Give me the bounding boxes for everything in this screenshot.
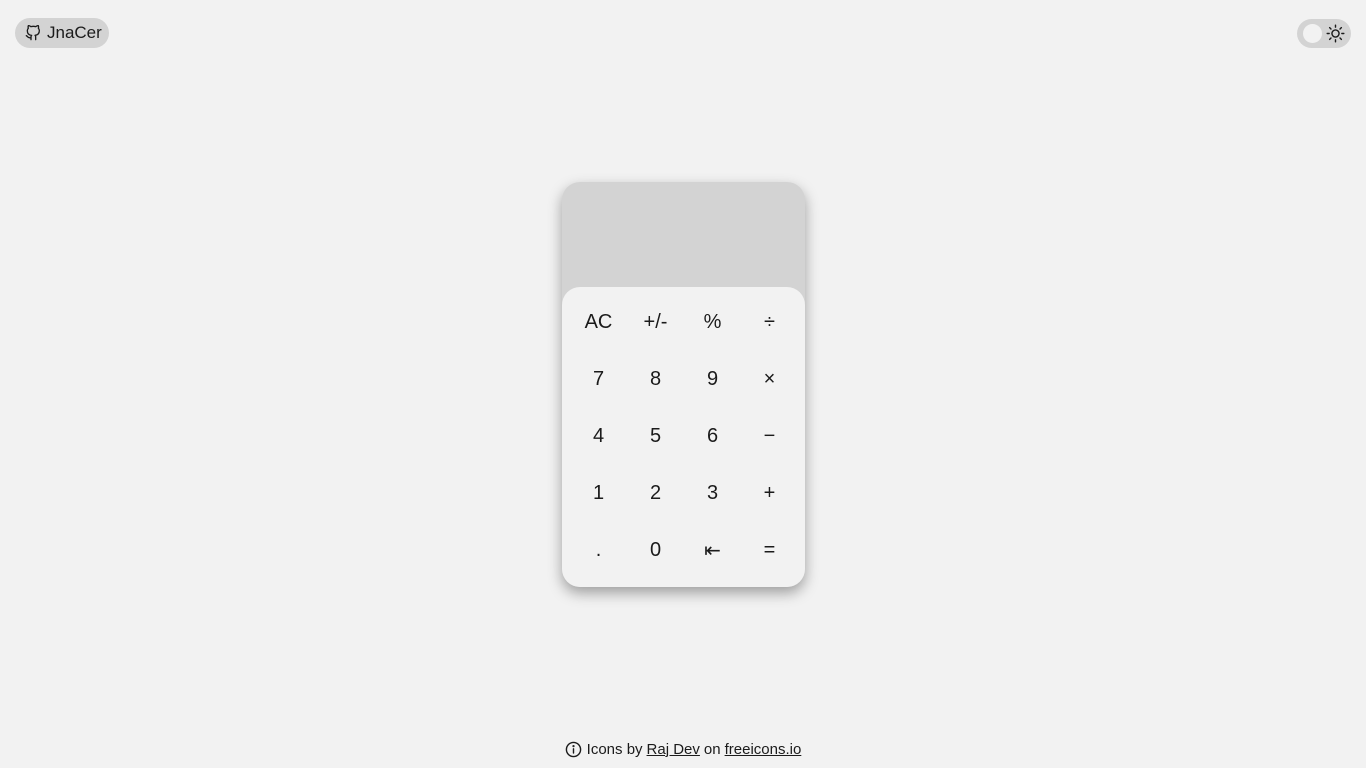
clear-key[interactable]: AC — [570, 294, 627, 351]
digit-2-key[interactable]: 2 — [627, 465, 684, 522]
digit-1-key[interactable]: 1 — [570, 465, 627, 522]
subtract-key[interactable]: − — [741, 408, 798, 465]
attribution-footer: Icons by Raj Dev on freeicons.io — [0, 741, 1366, 758]
attribution-prefix: Icons by — [586, 741, 643, 758]
percent-key[interactable]: % — [684, 294, 741, 351]
digit-3-key[interactable]: 3 — [684, 465, 741, 522]
digit-8-key[interactable]: 8 — [627, 351, 684, 408]
info-icon — [565, 741, 581, 758]
digit-6-key[interactable]: 6 — [684, 408, 741, 465]
calculator: AC +/- % ÷ 7 8 9 × 4 5 6 − 1 2 3 + . 0 ⇤… — [562, 182, 805, 587]
digit-9-key[interactable]: 9 — [684, 351, 741, 408]
equals-key[interactable]: = — [741, 522, 798, 579]
digit-5-key[interactable]: 5 — [627, 408, 684, 465]
calculator-display — [562, 182, 805, 287]
multiply-key[interactable]: × — [741, 351, 798, 408]
digit-4-key[interactable]: 4 — [570, 408, 627, 465]
digit-7-key[interactable]: 7 — [570, 351, 627, 408]
decimal-key[interactable]: . — [570, 522, 627, 579]
github-icon — [25, 25, 40, 41]
author-link[interactable]: Raj Dev — [647, 741, 700, 758]
keypad: AC +/- % ÷ 7 8 9 × 4 5 6 − 1 2 3 + . 0 ⇤… — [562, 287, 805, 587]
site-link[interactable]: freeicons.io — [725, 741, 802, 758]
theme-toggle[interactable] — [1297, 19, 1351, 48]
sun-icon — [1326, 24, 1345, 43]
negate-key[interactable]: +/- — [627, 294, 684, 351]
add-key[interactable]: + — [741, 465, 798, 522]
attribution-middle: on — [703, 741, 721, 758]
github-username: JnaCer — [47, 23, 102, 42]
github-link[interactable]: JnaCer — [15, 18, 109, 48]
backspace-key[interactable]: ⇤ — [684, 522, 741, 579]
toggle-knob — [1303, 24, 1322, 43]
divide-key[interactable]: ÷ — [741, 294, 798, 351]
digit-0-key[interactable]: 0 — [627, 522, 684, 579]
